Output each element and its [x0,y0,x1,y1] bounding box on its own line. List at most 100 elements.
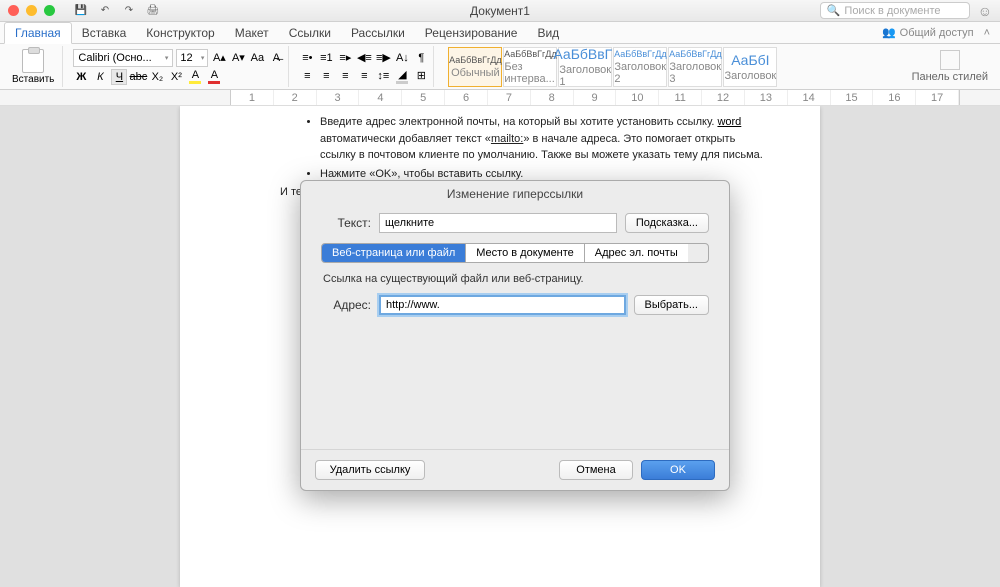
subscript-button[interactable]: X₂ [149,69,165,85]
browse-button[interactable]: Выбрать... [634,295,709,315]
styles-pane-group: Панель стилей [904,46,996,87]
ruler-tick: 10 [616,90,659,105]
ruler-tick: 15 [831,90,874,105]
text-label: Текст: [321,216,371,230]
window-controls [8,5,55,16]
tab-email[interactable]: Адрес эл. почты [585,244,688,262]
tab-references[interactable]: Ссылки [279,23,341,43]
line-spacing-icon[interactable]: ↕≡ [375,68,391,84]
clipboard-icon [22,49,44,73]
ruler-tick: 6 [445,90,488,105]
ruler-tick: 14 [788,90,831,105]
indent-left-icon[interactable]: ◀≡ [356,50,372,66]
tab-layout[interactable]: Макет [225,23,279,43]
ruler-tick: 9 [574,90,617,105]
italic-button[interactable]: К [92,69,108,85]
underline-button[interactable]: Ч [111,69,127,85]
ruler-tick: 3 [317,90,360,105]
tab-review[interactable]: Рецензирование [415,23,528,43]
ruler-tick: 2 [274,90,317,105]
redo-icon[interactable]: ↷ [121,2,137,20]
quick-access-toolbar: 💾 ↶ ↷ 🖨 [73,2,161,20]
search-input[interactable]: 🔍 Поиск в документе [820,2,970,19]
align-left-icon[interactable]: ≡ [299,68,315,84]
tab-document-place[interactable]: Место в документе [466,244,585,262]
styles-group: АаБбВвГгДдОбычный АаБбВвГгДдБез интерва.… [440,46,897,87]
show-marks-icon[interactable]: ¶ [413,50,429,66]
cancel-button[interactable]: Отмена [559,460,633,480]
share-button[interactable]: 👥 Общий доступ ˄ [882,26,996,39]
paste-label: Вставить [12,74,54,85]
style-no-spacing[interactable]: АаБбВвГгДдБез интерва... [503,47,557,87]
ok-button[interactable]: OK [641,460,715,480]
font-group: Calibri (Осно...▾ 12▾ A▴ A▾ Aa A̶ Ж К Ч … [69,46,289,87]
clear-format-icon[interactable]: A̶ [268,50,284,66]
tab-design[interactable]: Конструктор [136,23,224,43]
document-title: Документ1 [470,4,530,18]
hint-text: Ссылка на существующий файл или веб-стра… [321,273,709,285]
title-bar: 💾 ↶ ↷ 🖨 Документ1 🔍 Поиск в документе ☺ [0,0,1000,22]
ribbon-tabs: Главная Вставка Конструктор Макет Ссылки… [0,22,1000,44]
style-heading3[interactable]: АаБбВвГгДдЗаголовок 3 [668,47,722,87]
address-input[interactable] [379,295,626,315]
ruler-tick: 12 [702,90,745,105]
tooltip-button[interactable]: Подсказка... [625,213,709,233]
indent-right-icon[interactable]: ≡▶ [375,50,391,66]
superscript-button[interactable]: X² [168,69,184,85]
styles-pane-button[interactable]: Панель стилей [908,48,992,85]
minimize-window-icon[interactable] [26,5,37,16]
tab-home[interactable]: Главная [4,22,72,44]
ribbon: Вставить Calibri (Осно...▾ 12▾ A▴ A▾ Aa … [0,44,1000,90]
link-type-tabs: Веб-страница или файл Место в документе … [321,243,709,263]
highlight-button[interactable]: A [187,69,203,84]
zoom-window-icon[interactable] [44,5,55,16]
undo-icon[interactable]: ↶ [97,2,113,20]
ruler-tick: 13 [745,90,788,105]
tab-view[interactable]: Вид [527,23,569,43]
styles-pane-icon [940,50,960,70]
tab-webpage[interactable]: Веб-страница или файл [322,244,466,262]
change-case-icon[interactable]: Aa [249,50,265,66]
align-right-icon[interactable]: ≡ [337,68,353,84]
ruler-tick: 8 [531,90,574,105]
remove-link-button[interactable]: Удалить ссылку [315,460,425,480]
ruler-tick: 7 [488,90,531,105]
paragraph-group: ≡• ≡1 ≡▸ ◀≡ ≡▶ A↓ ¶ ≡ ≡ ≡ ≡ ↕≡ ◢ ⊞ [295,46,434,87]
sort-icon[interactable]: A↓ [394,50,410,66]
font-family-select[interactable]: Calibri (Осно...▾ [73,49,173,67]
font-color-button[interactable]: A [206,69,222,84]
justify-icon[interactable]: ≡ [356,68,372,84]
ruler-tick: 16 [873,90,916,105]
bold-button[interactable]: Ж [73,69,89,85]
ruler-tick: 17 [916,90,959,105]
styles-pane-label: Панель стилей [912,71,988,83]
bullets-icon[interactable]: ≡• [299,50,315,66]
text-input[interactable] [379,213,617,233]
list-item: Введите адрес электронной почты, на кото… [320,114,770,164]
style-heading1[interactable]: АаБбВвГгЗаголовок 1 [558,47,612,87]
grow-font-icon[interactable]: A▴ [211,50,227,66]
ruler[interactable]: 1 2 3 4 5 6 7 8 9 10 11 12 13 14 15 16 1… [0,90,1000,106]
tab-insert[interactable]: Вставка [72,23,137,43]
tab-mailings[interactable]: Рассылки [341,23,415,43]
strike-button[interactable]: abc [130,69,146,85]
shading-button[interactable]: ◢ [394,68,410,84]
feedback-icon[interactable]: ☺ [978,3,992,19]
address-label: Адрес: [321,298,371,312]
style-title[interactable]: АаБбІЗаголовок [723,47,777,87]
dialog-title: Изменение гиперссылки [301,181,729,207]
shrink-font-icon[interactable]: A▾ [230,50,246,66]
multilevel-icon[interactable]: ≡▸ [337,50,353,66]
font-size-select[interactable]: 12▾ [176,49,208,67]
ribbon-collapse-icon[interactable]: ˄ [984,27,990,39]
borders-icon[interactable]: ⊞ [413,68,429,84]
print-icon[interactable]: 🖨 [145,2,161,20]
paste-button[interactable]: Вставить [8,47,58,87]
style-heading2[interactable]: АаБбВвГгДдЗаголовок 2 [613,47,667,87]
close-window-icon[interactable] [8,5,19,16]
style-normal[interactable]: АаБбВвГгДдОбычный [448,47,502,87]
align-center-icon[interactable]: ≡ [318,68,334,84]
numbering-icon[interactable]: ≡1 [318,50,334,66]
save-icon[interactable]: 💾 [73,2,89,20]
share-label: Общий доступ [900,27,974,39]
